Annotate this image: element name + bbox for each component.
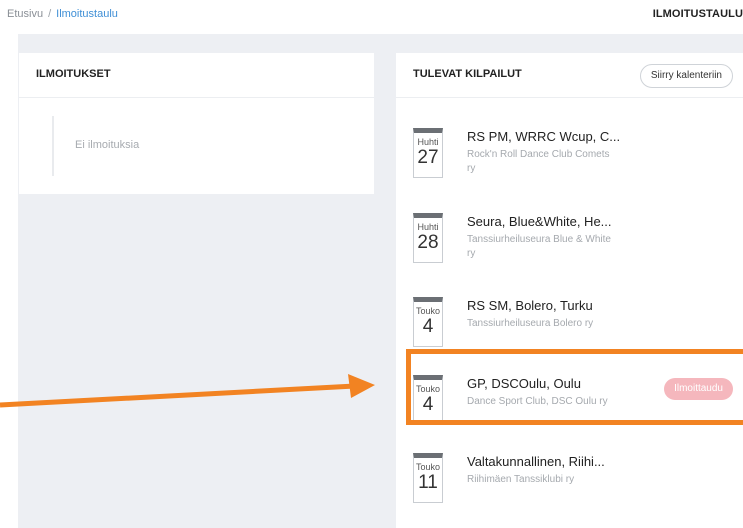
announcements-title: ILMOITUKSET — [19, 53, 374, 98]
calendar-date-icon: Huhti 28 — [413, 213, 443, 263]
breadcrumb-current[interactable]: Ilmoitustaulu — [56, 8, 118, 20]
empty-state-divider — [52, 116, 54, 176]
calendar-date-icon: Touko 4 — [413, 297, 443, 347]
event-organizer: Tanssiurheiluseura Bolero ry — [467, 318, 594, 329]
announcements-card: ILMOITUKSET Ei ilmoituksia — [19, 53, 374, 194]
top-bar: Etusivu / Ilmoitustaulu ILMOITUSTAULU — [0, 0, 743, 34]
event-title[interactable]: Seura, Blue&White, He... — [467, 214, 612, 229]
competitions-card: TULEVAT KILPAILUT Siirry kalenteriin Huh… — [396, 53, 743, 528]
breadcrumb-home-link[interactable]: Etusivu — [7, 8, 43, 20]
annotation-arrow-icon — [0, 374, 375, 408]
page-title: ILMOITUSTAULU — [652, 8, 743, 20]
event-title[interactable]: RS SM, Bolero, Turku — [467, 298, 593, 313]
event-item[interactable]: Touko 4 GP, DSCOulu, Oulu Dance Sport Cl… — [396, 375, 743, 445]
signup-button[interactable]: Ilmoittaudu — [664, 378, 733, 400]
event-day: 11 — [418, 472, 438, 493]
event-item[interactable]: Huhti 28 Seura, Blue&White, He... Tanssi… — [396, 213, 743, 283]
event-organizer: Dance Sport Club, DSC Oulu ry — [467, 396, 608, 407]
event-month: Touko — [415, 384, 441, 394]
event-day: 4 — [422, 394, 434, 415]
arrow-shaft — [0, 383, 356, 408]
event-title[interactable]: RS PM, WRRC Wcup, C... — [467, 129, 620, 144]
event-item[interactable]: Touko 4 RS SM, Bolero, Turku Tanssiurhei… — [396, 297, 743, 367]
event-item[interactable]: Touko 11 Valtakunnallinen, Riihi... Riih… — [396, 453, 743, 523]
announcements-empty-text: Ei ilmoituksia — [75, 139, 140, 151]
event-title[interactable]: GP, DSCOulu, Oulu — [467, 376, 581, 391]
calendar-date-icon: Huhti 27 — [413, 128, 443, 178]
arrow-head — [348, 374, 375, 398]
event-month: Huhti — [417, 137, 439, 147]
breadcrumb: Etusivu / Ilmoitustaulu — [7, 8, 118, 20]
event-title[interactable]: Valtakunnallinen, Riihi... — [467, 454, 605, 469]
event-item[interactable]: Huhti 27 RS PM, WRRC Wcup, C... Rock'n R… — [396, 128, 743, 198]
calendar-date-icon: Touko 4 — [413, 375, 443, 425]
event-day: 4 — [422, 316, 434, 337]
event-organizer: Tanssiurheiluseura Blue & White ry — [467, 234, 611, 259]
event-organizer: Riihimäen Tanssiklubi ry — [467, 474, 575, 485]
event-month: Touko — [415, 462, 441, 472]
event-day: 27 — [417, 147, 439, 168]
go-to-calendar-button[interactable]: Siirry kalenteriin — [639, 64, 733, 88]
event-month: Huhti — [417, 222, 439, 232]
breadcrumb-separator: / — [48, 8, 52, 20]
calendar-date-icon: Touko 11 — [413, 453, 443, 503]
event-month: Touko — [415, 306, 441, 316]
event-organizer: Rock'n Roll Dance Club Comets ry — [467, 149, 610, 174]
event-day: 28 — [417, 232, 439, 253]
